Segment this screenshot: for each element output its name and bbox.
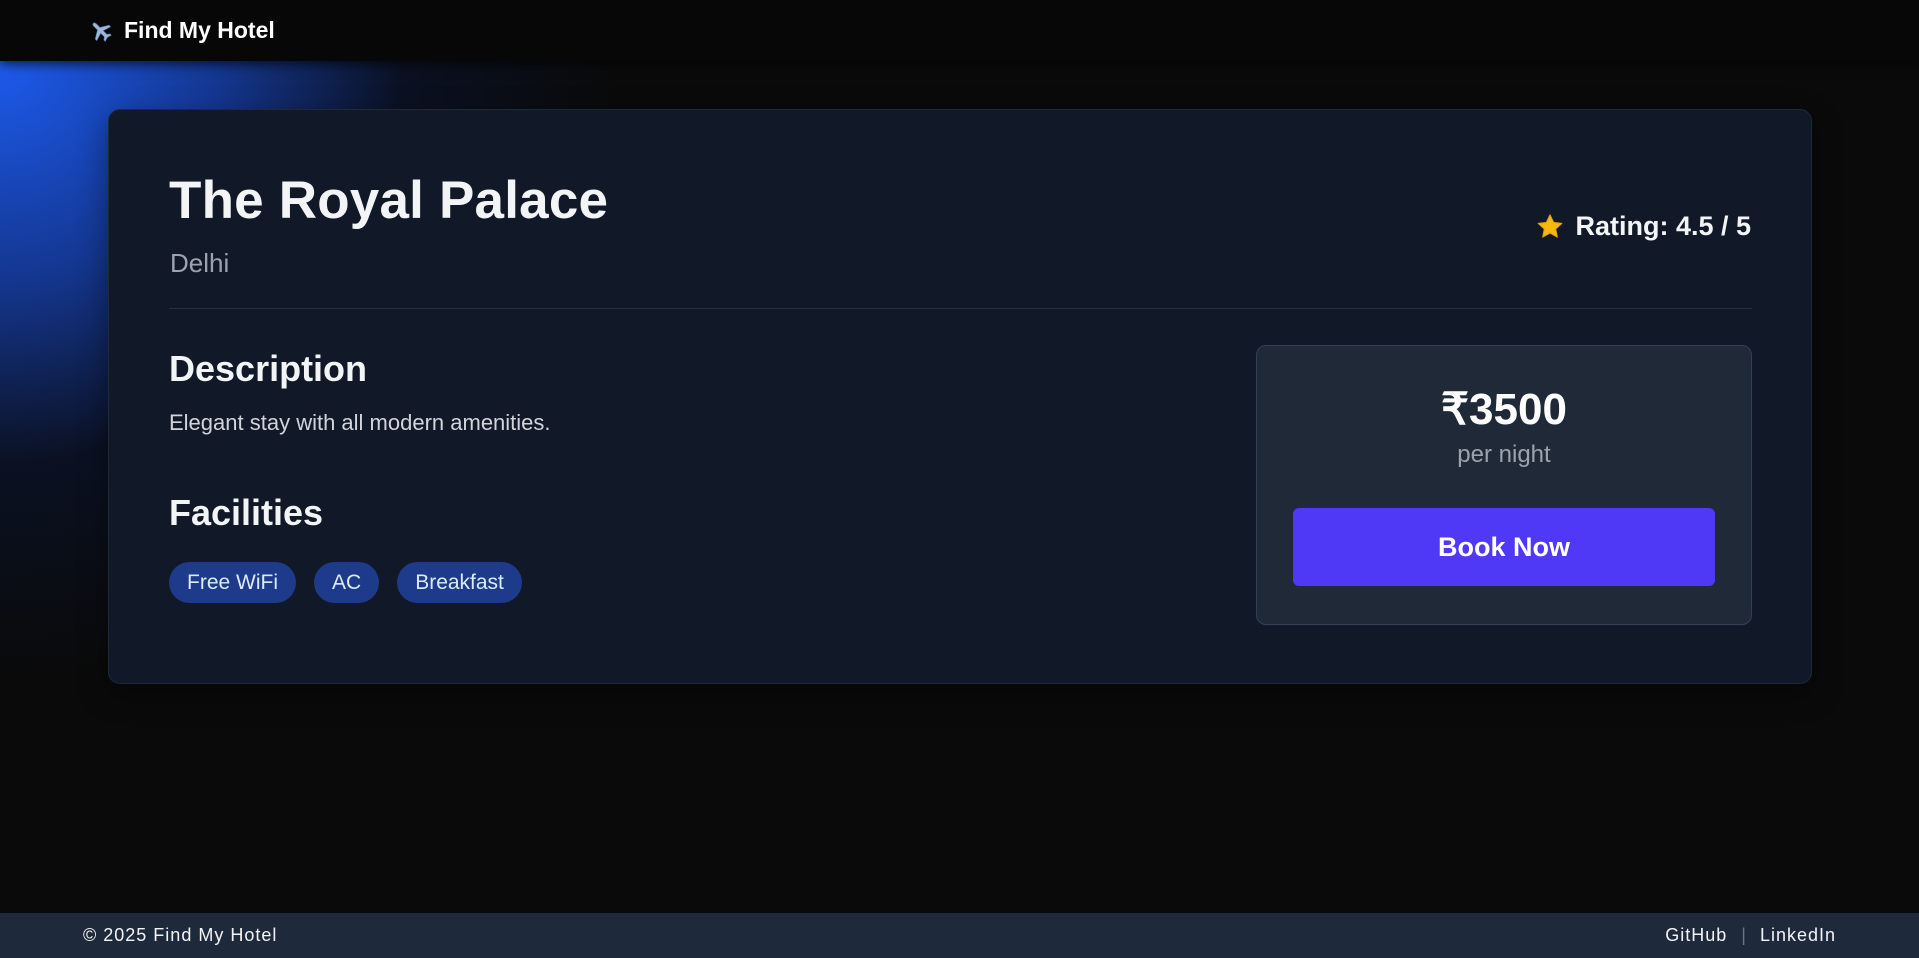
rating-value: Rating: 4.5 / 5 [1575, 211, 1751, 241]
facility-chip: AC [314, 562, 380, 603]
book-now-button[interactable]: Book Now [1293, 508, 1715, 586]
description-text: Elegant stay with all modern amenities. [169, 410, 551, 435]
facility-chip: Free WiFi [169, 562, 296, 603]
booking-panel: ₹3500 per night Book Now [1256, 345, 1752, 625]
airplane-icon [88, 18, 114, 44]
hotel-rating: Rating: 4.5 / 5 [1535, 211, 1751, 242]
header-divider [169, 308, 1752, 309]
hotel-location: Delhi [170, 248, 230, 278]
price-value: ₹3500 [1441, 385, 1567, 434]
facilities-list: Free WiFi AC Breakfast [169, 562, 522, 603]
linkedin-link[interactable]: LinkedIn [1760, 925, 1836, 946]
brand-name: Find My Hotel [124, 17, 275, 43]
footer-separator: | [1741, 925, 1746, 945]
footer: © 2025 Find My Hotel GitHub | LinkedIn [0, 913, 1919, 958]
hotel-detail-card: The Royal Palace Delhi Rating: 4.5 / 5 D… [108, 109, 1812, 684]
facilities-heading: Facilities [169, 492, 324, 533]
facility-chip: Breakfast [397, 562, 522, 603]
navbar: Find My Hotel [0, 0, 1919, 61]
price-unit: per night [1457, 441, 1551, 468]
description-heading: Description [169, 348, 368, 389]
footer-links: GitHub | LinkedIn [1665, 925, 1836, 946]
star-icon [1535, 212, 1565, 242]
copyright-text: © 2025 Find My Hotel [83, 925, 278, 945]
github-link[interactable]: GitHub [1665, 925, 1727, 946]
brand-link[interactable]: Find My Hotel [88, 17, 275, 44]
hotel-name: The Royal Palace [169, 171, 609, 230]
